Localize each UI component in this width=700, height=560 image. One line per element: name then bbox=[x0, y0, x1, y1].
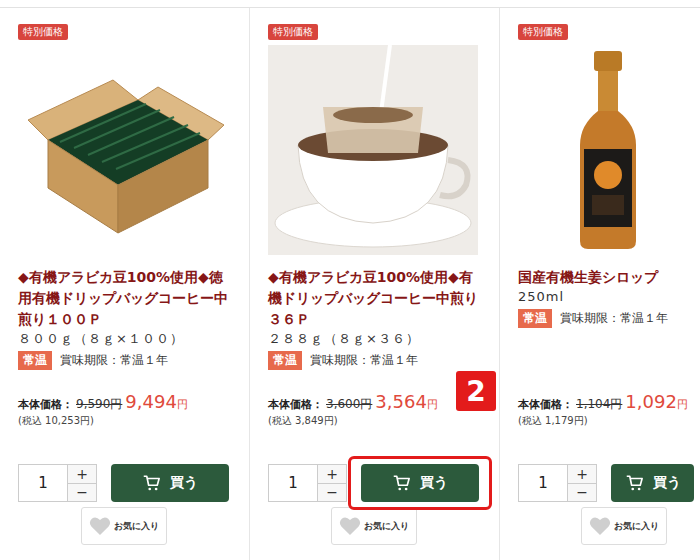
storage-row: 常温賞味期限：常温１年 bbox=[518, 309, 694, 328]
cart-actions: 1+−買う bbox=[18, 464, 229, 502]
product-title[interactable]: ◆有機アラビカ豆100%使用◆有機ドリップバッグコーヒー中煎り３６Ｐ bbox=[268, 267, 479, 330]
product-card: 特別価格国産有機生姜シロップ250ml 常温賞味期限：常温１年本体価格：1,104… bbox=[500, 8, 700, 560]
cart-icon bbox=[625, 474, 645, 492]
tax-price: (税込 10,253円) bbox=[18, 414, 229, 428]
price-label: 本体価格： bbox=[268, 397, 323, 412]
special-price-badge: 特別価格 bbox=[518, 24, 568, 40]
price-block: 本体価格：3,600円3,564円 (税込 3,849円) bbox=[268, 391, 479, 428]
cart-actions: 1+−買う bbox=[268, 464, 479, 502]
product-card: 特別価格 ◆有機アラビカ豆100%使用◆有機ドリップバッグコーヒー中煎り３６Ｐ２８… bbox=[250, 8, 500, 560]
plus-button[interactable]: + bbox=[568, 465, 596, 484]
product-grid-page: 特別価格 ◆有機アラビカ豆100%使用◆徳用有機ドリップバッグコーヒー中煎り１００… bbox=[0, 0, 700, 560]
product-spec: 250ml bbox=[518, 288, 694, 305]
original-price: 9,590円 bbox=[76, 396, 122, 413]
storage-row: 常温賞味期限：常温１年 bbox=[268, 351, 479, 370]
quantity-control: 1+− bbox=[18, 464, 97, 502]
special-price-badge: 特別価格 bbox=[18, 24, 68, 40]
product-grid: 特別価格 ◆有機アラビカ豆100%使用◆徳用有機ドリップバッグコーヒー中煎り１００… bbox=[0, 7, 700, 560]
original-price: 1,104円 bbox=[576, 396, 622, 413]
price-label: 本体価格： bbox=[18, 397, 73, 412]
favorite-button[interactable]: お気に入り bbox=[581, 507, 667, 545]
expiry-text: 賞味期限：常温１年 bbox=[310, 352, 418, 369]
cart-icon bbox=[142, 474, 162, 492]
product-spec: ８００ｇ（８ｇ×１００） bbox=[18, 330, 229, 347]
original-price: 3,600円 bbox=[326, 396, 372, 413]
product-spec: ２８８ｇ（８ｇ×３６） bbox=[268, 330, 479, 347]
sale-price: 1,092円 bbox=[625, 391, 688, 412]
price-block: 本体価格：1,104円1,092円 (税込 1,179円) bbox=[518, 391, 694, 428]
storage-badge: 常温 bbox=[268, 351, 302, 370]
heart-icon bbox=[89, 516, 111, 536]
product-title[interactable]: 国産有機生姜シロップ bbox=[518, 267, 694, 288]
price-label: 本体価格： bbox=[518, 397, 573, 412]
quantity-input[interactable]: 1 bbox=[269, 465, 317, 501]
storage-badge: 常温 bbox=[18, 351, 52, 370]
syrup-bottle-icon bbox=[518, 45, 698, 255]
quantity-input[interactable]: 1 bbox=[19, 465, 67, 501]
special-price-badge: 特別価格 bbox=[268, 24, 318, 40]
storage-badge: 常温 bbox=[518, 309, 552, 328]
buy-button[interactable]: 買う bbox=[111, 464, 229, 502]
sale-price: 9,494円 bbox=[125, 391, 188, 412]
price-block: 本体価格：9,590円9,494円 (税込 10,253円) bbox=[18, 391, 229, 428]
product-image[interactable] bbox=[268, 45, 479, 255]
sale-price: 3,564円 bbox=[375, 391, 438, 412]
tax-price: (税込 3,849円) bbox=[268, 414, 479, 428]
plus-button[interactable]: + bbox=[318, 465, 346, 484]
tax-price: (税込 1,179円) bbox=[518, 414, 694, 428]
highlight-box bbox=[348, 456, 492, 510]
product-image[interactable] bbox=[518, 45, 698, 255]
quantity-input[interactable]: 1 bbox=[519, 465, 567, 501]
quantity-control: 1+− bbox=[268, 464, 347, 502]
product-card: 特別価格 ◆有機アラビカ豆100%使用◆徳用有機ドリップバッグコーヒー中煎り１００… bbox=[0, 8, 250, 560]
cart-actions: 1+−買う bbox=[518, 464, 694, 502]
minus-button[interactable]: − bbox=[68, 484, 96, 502]
coffee-cup-icon bbox=[268, 45, 478, 255]
expiry-text: 賞味期限：常温１年 bbox=[560, 310, 668, 327]
minus-button[interactable]: − bbox=[568, 484, 596, 502]
buy-button[interactable]: 買う bbox=[361, 464, 479, 502]
product-box-icon bbox=[18, 45, 228, 255]
storage-row: 常温賞味期限：常温１年 bbox=[18, 351, 229, 370]
favorite-button[interactable]: お気に入り bbox=[331, 507, 417, 545]
product-image[interactable] bbox=[18, 45, 229, 255]
plus-button[interactable]: + bbox=[68, 465, 96, 484]
product-title[interactable]: ◆有機アラビカ豆100%使用◆徳用有機ドリップバッグコーヒー中煎り１００Ｐ bbox=[18, 267, 229, 330]
step-number-badge: 2 bbox=[456, 371, 496, 411]
expiry-text: 賞味期限：常温１年 bbox=[60, 352, 168, 369]
cart-icon bbox=[392, 474, 412, 492]
favorite-button[interactable]: お気に入り bbox=[81, 507, 167, 545]
minus-button[interactable]: − bbox=[318, 484, 346, 502]
buy-button[interactable]: 買う bbox=[611, 464, 694, 502]
heart-icon bbox=[339, 516, 361, 536]
heart-icon bbox=[589, 516, 611, 536]
quantity-control: 1+− bbox=[518, 464, 597, 502]
